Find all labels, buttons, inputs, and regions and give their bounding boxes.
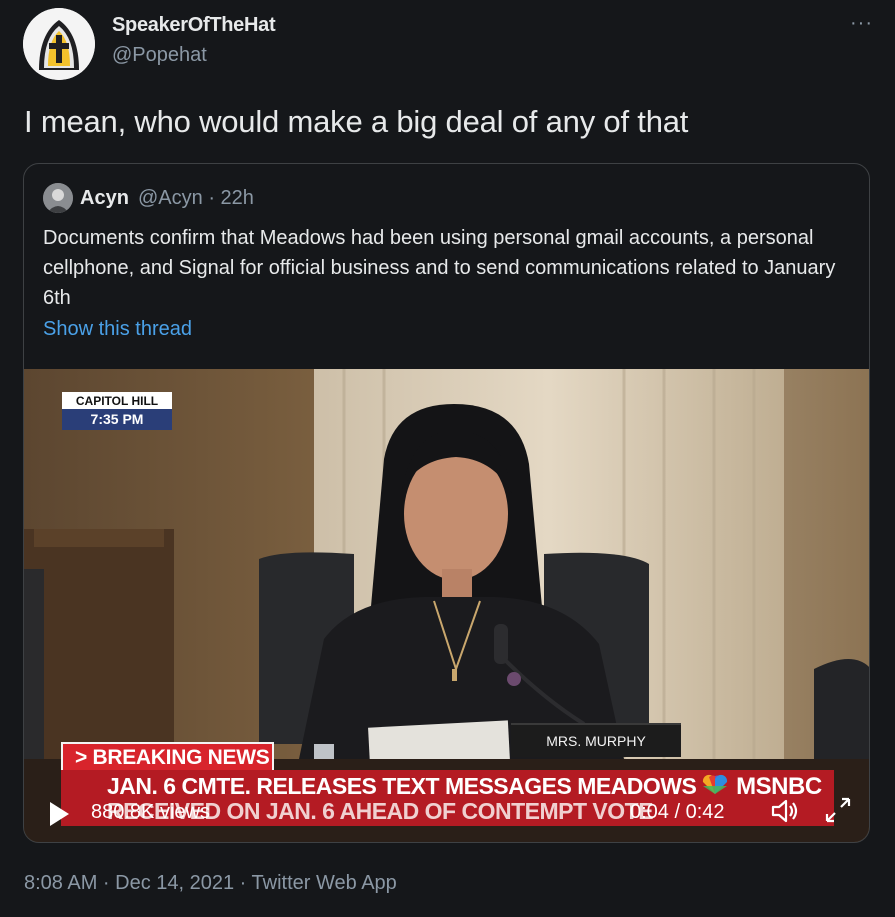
quoted-author-meta[interactable]: @Acyn · 22h xyxy=(138,187,254,210)
video-player[interactable]: CAPITOL HILL 7:35 PM MRS. MURPHY > BREAK… xyxy=(24,369,869,842)
location-chyron: CAPITOL HILL 7:35 PM xyxy=(62,392,172,430)
view-count: 880.8K views xyxy=(91,801,210,823)
pope-hat-logo xyxy=(23,8,95,80)
author-display-name[interactable]: SpeakerOfTheHat xyxy=(112,14,276,37)
play-icon xyxy=(50,802,69,826)
play-button[interactable] xyxy=(48,801,70,832)
author-avatar[interactable] xyxy=(23,8,95,80)
expand-icon xyxy=(825,797,851,823)
volume-icon xyxy=(771,799,798,823)
quoted-tweet-text: Documents confirm that Meadows had been … xyxy=(43,227,836,309)
speaker-nameplate: MRS. MURPHY xyxy=(511,723,681,757)
author-handle[interactable]: @Popehat xyxy=(112,44,207,67)
video-timecode: 0:04 / 0:42 xyxy=(630,801,725,823)
quoted-author-avatar[interactable] xyxy=(43,183,73,213)
person-photo-icon xyxy=(43,183,73,213)
volume-button[interactable] xyxy=(770,796,800,831)
video-controls: 880.8K views 0:04 / 0:42 xyxy=(24,779,869,842)
show-thread-link[interactable]: Show this thread xyxy=(43,318,192,341)
tweet-timestamp[interactable]: 8:08 AM · Dec 14, 2021 · Twitter Web App xyxy=(24,872,397,895)
broadcast-time: 7:35 PM xyxy=(62,409,172,430)
tweet-text: I mean, who would make a big deal of any… xyxy=(24,104,689,139)
more-options-button[interactable]: ··· xyxy=(850,12,873,35)
quoted-author-name[interactable]: Acyn xyxy=(80,187,129,210)
breaking-news-banner: > BREAKING NEWS xyxy=(61,742,274,770)
quoted-tweet-card[interactable]: Acyn @Acyn · 22h Documents confirm that … xyxy=(23,163,870,843)
location-label: CAPITOL HILL xyxy=(62,392,172,409)
fullscreen-button[interactable] xyxy=(823,795,853,830)
